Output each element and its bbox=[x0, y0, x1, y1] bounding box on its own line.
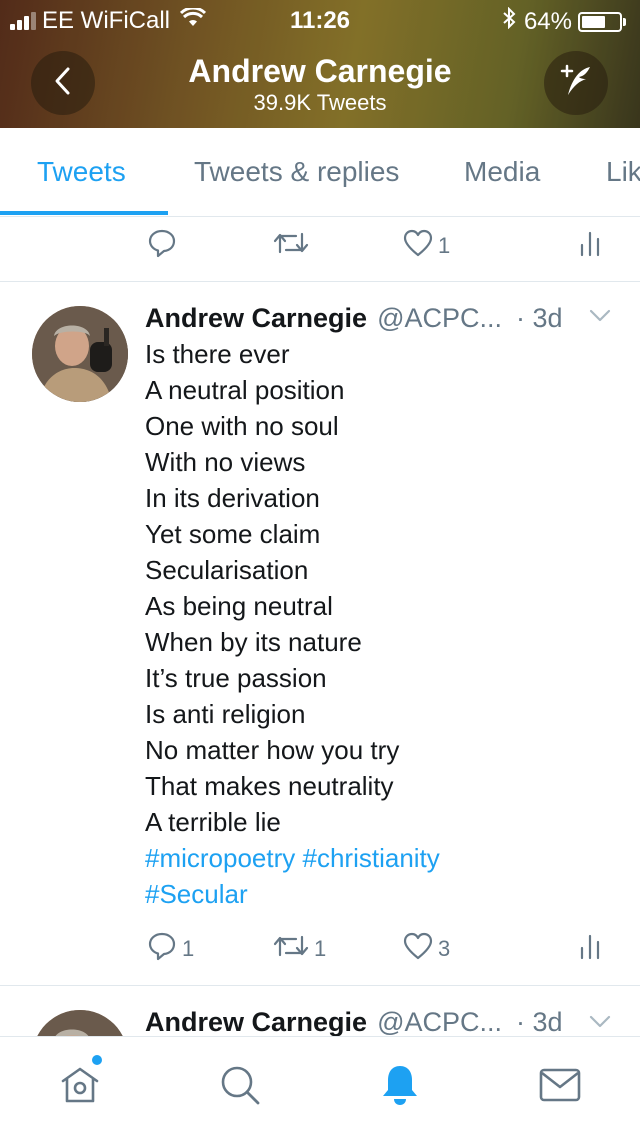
battery-icon bbox=[578, 11, 626, 32]
nav-notifications[interactable] bbox=[376, 1063, 424, 1111]
reply-icon bbox=[146, 227, 178, 265]
tweet-line: Yet some claim bbox=[145, 519, 321, 549]
retweet-count: 1 bbox=[314, 936, 327, 961]
bluetooth-icon bbox=[502, 6, 516, 36]
tweet-actions: 1 1 3 bbox=[0, 919, 640, 979]
reply-count: 1 bbox=[182, 936, 195, 961]
tweet-author-name[interactable]: Andrew Carnegie bbox=[145, 1007, 367, 1038]
hashtag-links[interactable]: #micropoetry #christianity bbox=[145, 840, 625, 876]
avatar-photo bbox=[32, 306, 128, 402]
nav-search[interactable] bbox=[216, 1063, 264, 1111]
hashtag-link[interactable]: #Secular bbox=[145, 876, 625, 912]
tweet-divider bbox=[0, 985, 640, 986]
tweet-line: In its derivation bbox=[145, 483, 320, 513]
analytics-icon bbox=[578, 227, 602, 265]
heart-icon bbox=[402, 228, 434, 264]
tweet-timestamp: · 3d bbox=[516, 1006, 563, 1037]
retweet-icon bbox=[272, 931, 310, 967]
tweet-line: One with no soul bbox=[145, 411, 339, 441]
tweet-timestamp: · 3d bbox=[516, 302, 563, 333]
like-button[interactable]: 3 bbox=[402, 919, 450, 979]
tweet-line: Is anti religion bbox=[145, 699, 306, 729]
analytics-button[interactable] bbox=[578, 919, 602, 979]
analytics-button[interactable] bbox=[578, 216, 602, 276]
new-content-dot bbox=[92, 1055, 102, 1065]
chevron-down-icon bbox=[588, 1015, 612, 1034]
notifications-bell-icon bbox=[378, 1062, 422, 1113]
tab-tweets[interactable]: Tweets bbox=[37, 128, 126, 216]
tab-likes[interactable]: Lik bbox=[606, 128, 640, 216]
active-tab-indicator bbox=[0, 211, 168, 215]
messages-envelope-icon bbox=[538, 1065, 582, 1110]
home-icon bbox=[58, 1063, 102, 1112]
bottom-navigation bbox=[0, 1036, 640, 1137]
tweet-header: Andrew Carnegie @ACPC... · 3d bbox=[145, 298, 563, 338]
search-icon bbox=[218, 1063, 262, 1112]
tweet-options-button[interactable] bbox=[588, 308, 612, 329]
tweet-line: It’s true passion bbox=[145, 663, 327, 693]
tweet-line: With no views bbox=[145, 447, 306, 477]
reply-button[interactable]: 1 bbox=[146, 919, 194, 979]
tweet-line: A terrible lie bbox=[145, 807, 281, 837]
tweet-line: As being neutral bbox=[145, 591, 333, 621]
tweet-line: No matter how you try bbox=[145, 735, 400, 765]
tweet-line: Secularisation bbox=[145, 555, 309, 585]
like-button[interactable]: 1 bbox=[402, 216, 450, 276]
tab-tweets-and-replies[interactable]: Tweets & replies bbox=[194, 128, 399, 216]
like-count: 1 bbox=[438, 233, 451, 258]
tweet-options-button[interactable] bbox=[588, 1014, 612, 1035]
avatar[interactable] bbox=[32, 306, 128, 402]
tweet-line: When by its nature bbox=[145, 627, 362, 657]
like-count: 3 bbox=[438, 936, 451, 961]
tweet-divider bbox=[0, 281, 640, 282]
tweet-author-handle[interactable]: @ACPC... bbox=[377, 303, 502, 334]
tab-media[interactable]: Media bbox=[464, 128, 540, 216]
profile-tabs: Tweets Tweets & replies Media Lik bbox=[0, 128, 640, 217]
reply-button[interactable] bbox=[146, 216, 182, 276]
tweet-line: Is there ever bbox=[145, 339, 290, 369]
tweet-line: A neutral position bbox=[145, 375, 345, 405]
tweet-author-handle[interactable]: @ACPC... bbox=[377, 1007, 502, 1038]
status-bar: EE WiFiCall 11:26 64% bbox=[0, 0, 640, 40]
tweet-text: Is there ever A neutral position One wit… bbox=[145, 336, 625, 912]
profile-header: EE WiFiCall 11:26 64% Andrew Carnegie 39… bbox=[0, 0, 640, 128]
tweet-count: 39.9K Tweets bbox=[253, 90, 387, 115]
retweet-icon bbox=[272, 228, 310, 264]
previous-tweet-actions: 1 bbox=[0, 216, 640, 276]
heart-icon bbox=[402, 931, 434, 967]
retweet-button[interactable] bbox=[272, 216, 314, 276]
compose-tweet-button[interactable] bbox=[544, 51, 608, 115]
nav-home[interactable] bbox=[56, 1063, 104, 1111]
analytics-icon bbox=[578, 930, 602, 968]
tweet-author-name[interactable]: Andrew Carnegie bbox=[145, 303, 367, 334]
nav-messages[interactable] bbox=[536, 1063, 584, 1111]
battery-percent: 64% bbox=[523, 7, 572, 35]
tweet-line: That makes neutrality bbox=[145, 771, 394, 801]
compose-feather-icon bbox=[556, 61, 596, 106]
chevron-down-icon bbox=[588, 309, 612, 328]
retweet-button[interactable]: 1 bbox=[272, 919, 326, 979]
reply-icon bbox=[146, 930, 178, 968]
